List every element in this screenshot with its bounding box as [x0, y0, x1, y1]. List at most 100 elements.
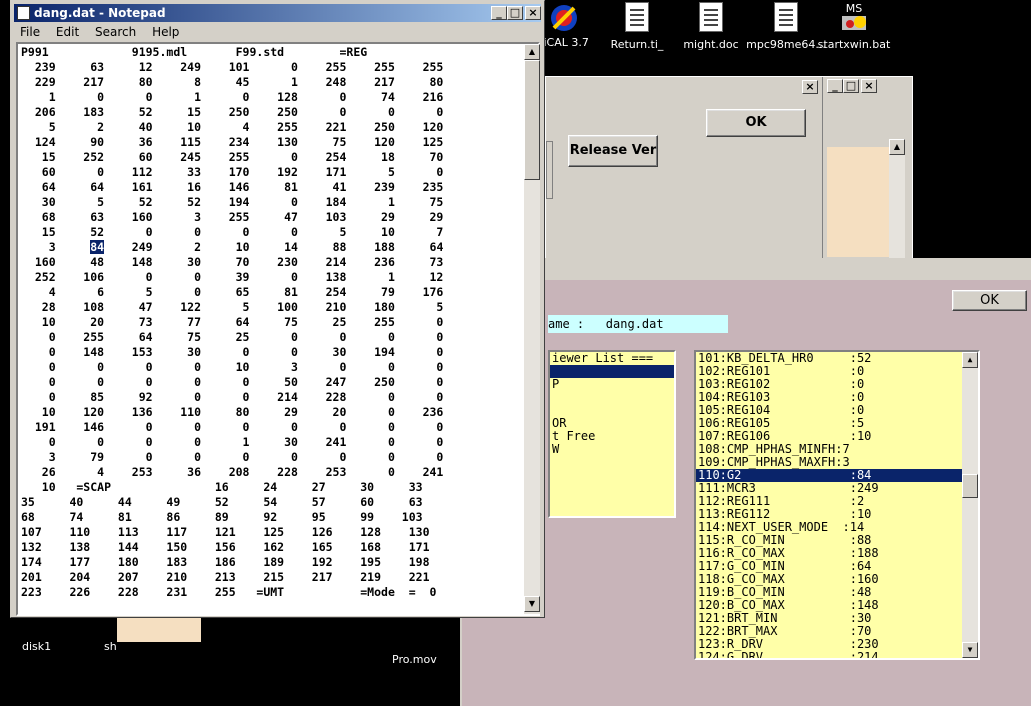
ok-button[interactable]: OK [952, 290, 1027, 311]
desktop-label-sh[interactable]: sh [104, 640, 117, 653]
desktop-icon-label: might.doc [683, 38, 739, 51]
text-line[interactable]: P991 9195.mdl F99.std =REG [21, 45, 528, 60]
minimize-button[interactable]: _ [827, 79, 843, 93]
text-line[interactable]: 3 79 0 0 0 0 0 0 0 [21, 450, 528, 465]
notepad-title-bar[interactable]: dang.dat - Notepad _ □ × [14, 4, 541, 22]
list-item[interactable] [550, 391, 674, 404]
text-line[interactable]: 0 0 0 0 10 3 0 0 0 [21, 360, 528, 375]
text-line[interactable]: 191 146 0 0 0 0 0 0 0 [21, 420, 528, 435]
text-line[interactable]: 201 204 207 210 213 215 217 219 221 [21, 570, 528, 585]
desktop-icon-label: startxwin.bat [817, 38, 891, 51]
text-line[interactable]: 15 52 0 0 0 0 5 10 7 [21, 225, 528, 240]
menu-search[interactable]: Search [95, 25, 136, 39]
list-item[interactable]: iewer List === [550, 352, 674, 365]
menu-bar: File Edit Search Help [14, 23, 541, 41]
text-line[interactable]: 107 110 113 117 121 125 126 128 130 [21, 525, 528, 540]
text-line[interactable]: 1 0 0 1 0 128 0 74 216 [21, 90, 528, 105]
text-line[interactable]: 5 2 40 10 4 255 221 250 120 [21, 120, 528, 135]
dialog-title-bar [462, 260, 1031, 280]
text-line[interactable]: 132 138 144 150 156 162 165 168 171 [21, 540, 528, 555]
text-line[interactable]: 223 226 228 231 255 =UMT =Mode = 0 [21, 585, 528, 600]
text-line[interactable]: 0 0 0 0 1 30 241 0 0 [21, 435, 528, 450]
text-line[interactable]: 0 0 0 0 0 50 247 250 0 [21, 375, 528, 390]
text-line[interactable]: 68 63 160 3 255 47 103 29 29 [21, 210, 528, 225]
back-dialog: × OK Release Ver _ □ × ▲ [545, 76, 913, 266]
desktop-icon-return[interactable]: Return.ti_ [597, 2, 677, 51]
text-line[interactable]: 160 48 148 30 70 230 214 236 73 [21, 255, 528, 270]
text-content[interactable]: P991 9195.mdl F99.std =REG 239 63 12 249… [20, 45, 528, 601]
tical-app-icon [548, 2, 580, 34]
text-line[interactable]: 64 64 161 16 146 81 41 239 235 [21, 180, 528, 195]
text-line[interactable]: 4 6 5 0 65 81 254 79 176 [21, 285, 528, 300]
inner-scrollbar[interactable]: ▲ [889, 139, 905, 259]
scroll-thumb[interactable] [962, 474, 978, 498]
notepad-window: dang.dat - Notepad _ □ × File Edit Searc… [10, 0, 545, 618]
text-line[interactable]: 60 0 112 33 170 192 171 5 0 [21, 165, 528, 180]
text-line[interactable]: 124 90 36 115 234 130 75 120 125 [21, 135, 528, 150]
close-button[interactable]: × [802, 80, 818, 94]
list-item[interactable]: 124:G_DRV :214 [696, 651, 962, 659]
scroll-up-icon[interactable]: ▲ [524, 44, 540, 60]
scroll-down-icon[interactable]: ▼ [524, 596, 540, 612]
text-line[interactable]: 15 252 60 245 255 0 254 18 70 [21, 150, 528, 165]
text-line[interactable]: 252 106 0 0 39 0 138 1 12 [21, 270, 528, 285]
text-line[interactable]: 10 =SCAP 16 24 27 30 33 [21, 480, 528, 495]
text-line[interactable]: 0 1 0 314 7008 14 63 9 194 [21, 600, 528, 601]
inner-window: _ □ × ▲ [822, 77, 912, 262]
document-icon [770, 2, 802, 34]
minimize-button[interactable]: _ [491, 6, 507, 20]
menu-edit[interactable]: Edit [56, 25, 79, 39]
filename-label: ame : dang.dat [548, 315, 728, 333]
document-icon [621, 2, 653, 34]
desktop-label-pro-mov[interactable]: Pro.mov [392, 653, 437, 666]
text-line[interactable]: 0 85 92 0 0 214 228 0 0 [21, 390, 528, 405]
text-line[interactable]: 0 148 153 30 0 0 30 194 0 [21, 345, 528, 360]
scroll-up-icon[interactable]: ▲ [962, 352, 978, 368]
register-list-scrollbar[interactable]: ▲ ▼ [962, 352, 978, 658]
text-line[interactable]: 206 183 52 15 250 250 0 0 0 [21, 105, 528, 120]
text-line[interactable]: 26 4 253 36 208 228 253 0 241 [21, 465, 528, 480]
scroll-up-icon[interactable]: ▲ [889, 139, 905, 155]
text-line[interactable]: 10 120 136 110 80 29 20 0 236 [21, 405, 528, 420]
scroll-thumb[interactable] [524, 60, 540, 180]
list-item[interactable]: W [550, 443, 674, 456]
register-list[interactable]: 101:KB_DELTA_HR0 :52 102:REG101 :0 103:REG… [694, 350, 980, 660]
text-line[interactable]: 239 63 12 249 101 0 255 255 255 [21, 60, 528, 75]
menu-help[interactable]: Help [152, 25, 179, 39]
window-title: dang.dat - Notepad [34, 6, 166, 20]
maximize-button[interactable]: □ [507, 6, 523, 20]
viewer-list[interactable]: iewer List === P OR t Free W [548, 350, 676, 518]
desktop-icon-might-doc[interactable]: might.doc [671, 2, 751, 51]
maximize-button[interactable]: □ [843, 79, 859, 93]
text-segment: 3 [21, 240, 91, 254]
text-line[interactable]: 3 84 249 2 10 14 88 188 64 [21, 240, 528, 255]
tan-panel [827, 147, 889, 257]
text-line[interactable]: 30 5 52 52 194 0 184 1 75 [21, 195, 528, 210]
text-line[interactable]: 68 74 81 86 89 92 95 99 103 [21, 510, 528, 525]
text-segment: 249 2 10 14 88 188 64 [104, 240, 444, 254]
text-line[interactable]: 0 255 64 75 25 0 0 0 0 [21, 330, 528, 345]
release-version-button[interactable]: Release Ver [568, 135, 658, 167]
text-line[interactable]: 229 217 80 8 45 1 248 217 80 [21, 75, 528, 90]
text-editor[interactable]: P991 9195.mdl F99.std =REG 239 63 12 249… [16, 42, 540, 616]
desktop-label-disk1[interactable]: disk1 [22, 640, 51, 653]
vertical-scrollbar[interactable]: ▲ ▼ [524, 44, 540, 614]
desktop-icon-startxwin[interactable]: MS startxwin.bat [814, 2, 894, 51]
list-item[interactable]: P [550, 378, 674, 391]
menu-file[interactable]: File [20, 25, 40, 39]
selected-text[interactable]: 84 [90, 240, 105, 254]
list-item[interactable] [550, 365, 674, 378]
text-line[interactable]: 28 108 47 122 5 100 210 180 5 [21, 300, 528, 315]
scroll-down-icon[interactable]: ▼ [962, 642, 978, 658]
close-button[interactable]: × [861, 79, 877, 93]
list-item[interactable] [550, 404, 674, 417]
desktop-icon-label: Return.ti_ [610, 38, 664, 51]
ms-logo-text: MS [845, 2, 863, 15]
ms-dos-icon: MS [838, 2, 870, 34]
list-item[interactable]: t Free [550, 430, 674, 443]
text-line[interactable]: 10 20 73 77 64 75 25 255 0 [21, 315, 528, 330]
ok-button[interactable]: OK [706, 109, 806, 137]
text-line[interactable]: 35 40 44 49 52 54 57 60 63 [21, 495, 528, 510]
close-button[interactable]: × [525, 6, 541, 20]
text-line[interactable]: 174 177 180 183 186 189 192 195 198 [21, 555, 528, 570]
